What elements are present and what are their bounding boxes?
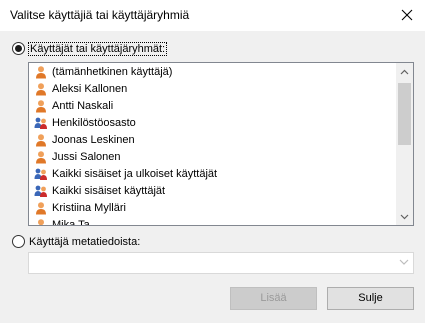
user-icon	[36, 99, 46, 113]
list-item-label: Antti Naskali	[52, 99, 114, 112]
chevron-down-icon	[399, 259, 409, 265]
list-item-label: Aleksi Kallonen	[52, 82, 128, 95]
users-listbox[interactable]: (tämänhetkinen käyttäjä) Aleksi Kallonen A…	[28, 62, 414, 226]
list-item-label: Joonas Leskinen	[52, 133, 135, 146]
list-item[interactable]: Henkilöstöosasto	[29, 114, 397, 131]
chevron-down-icon	[400, 214, 409, 219]
close-button[interactable]: Sulje	[327, 287, 414, 310]
list-item-label: Henkilöstöosasto	[52, 116, 136, 129]
list-item-label: Kaikki sisäiset ja ulkoiset käyttäjät	[52, 168, 218, 181]
scroll-down-button[interactable]	[396, 208, 413, 225]
users-groups-label: Käyttäjät tai käyttäjäryhmät:	[27, 41, 168, 56]
list-item-label: Mika Ta…	[52, 219, 101, 226]
users-groups-radio[interactable]	[12, 42, 25, 55]
list-item[interactable]: Mika Ta…	[29, 217, 397, 226]
list-item[interactable]: Antti Naskali	[29, 97, 397, 114]
list-item[interactable]: Kristiina Mylläri	[29, 200, 397, 217]
list-item-label: Kristiina Mylläri	[52, 202, 126, 215]
user-icon	[36, 134, 46, 147]
metadata-label: Käyttäjä metatiedoista:	[29, 235, 141, 248]
user-icon	[36, 82, 46, 96]
metadata-option[interactable]: Käyttäjä metatiedoista:	[12, 235, 140, 248]
users-list: (tämänhetkinen käyttäjä) Aleksi Kallonen A…	[29, 63, 397, 226]
list-item[interactable]: Kaikki sisäiset käyttäjät	[29, 183, 397, 200]
add-button[interactable]: Lisää	[230, 287, 317, 310]
user-icon	[36, 65, 46, 79]
list-item[interactable]: Aleksi Kallonen	[29, 80, 397, 97]
list-scrollbar[interactable]	[396, 63, 413, 225]
chevron-up-icon	[400, 69, 409, 74]
list-item[interactable]: Jussi Salonen	[29, 148, 397, 165]
group-icon	[34, 168, 47, 181]
user-icon	[36, 151, 46, 164]
title-bar: Valitse käyttäjiä tai käyttäjäryhmiä	[0, 0, 425, 31]
list-item[interactable]: (tämänhetkinen käyttäjä)	[29, 63, 397, 80]
users-groups-option[interactable]: Käyttäjät tai käyttäjäryhmät:	[12, 41, 168, 56]
window-title: Valitse käyttäjiä tai käyttäjäryhmiä	[10, 8, 190, 22]
close-icon	[401, 9, 413, 21]
close-window-button[interactable]	[395, 4, 419, 26]
group-icon	[34, 117, 47, 129]
metadata-dropdown[interactable]	[28, 252, 414, 274]
list-item-label: Kaikki sisäiset käyttäjät	[52, 185, 166, 198]
scroll-up-button[interactable]	[396, 63, 413, 80]
user-icon	[38, 219, 44, 225]
user-icon	[36, 202, 46, 215]
scrollbar-thumb[interactable]	[398, 83, 411, 145]
list-item-label: (tämänhetkinen käyttäjä)	[52, 65, 173, 78]
list-item[interactable]: Kaikki sisäiset ja ulkoiset käyttäjät	[29, 166, 397, 183]
group-icon	[34, 185, 47, 198]
list-item[interactable]: Joonas Leskinen	[29, 131, 397, 148]
metadata-radio[interactable]	[12, 235, 25, 248]
list-item-label: Jussi Salonen	[52, 151, 121, 164]
